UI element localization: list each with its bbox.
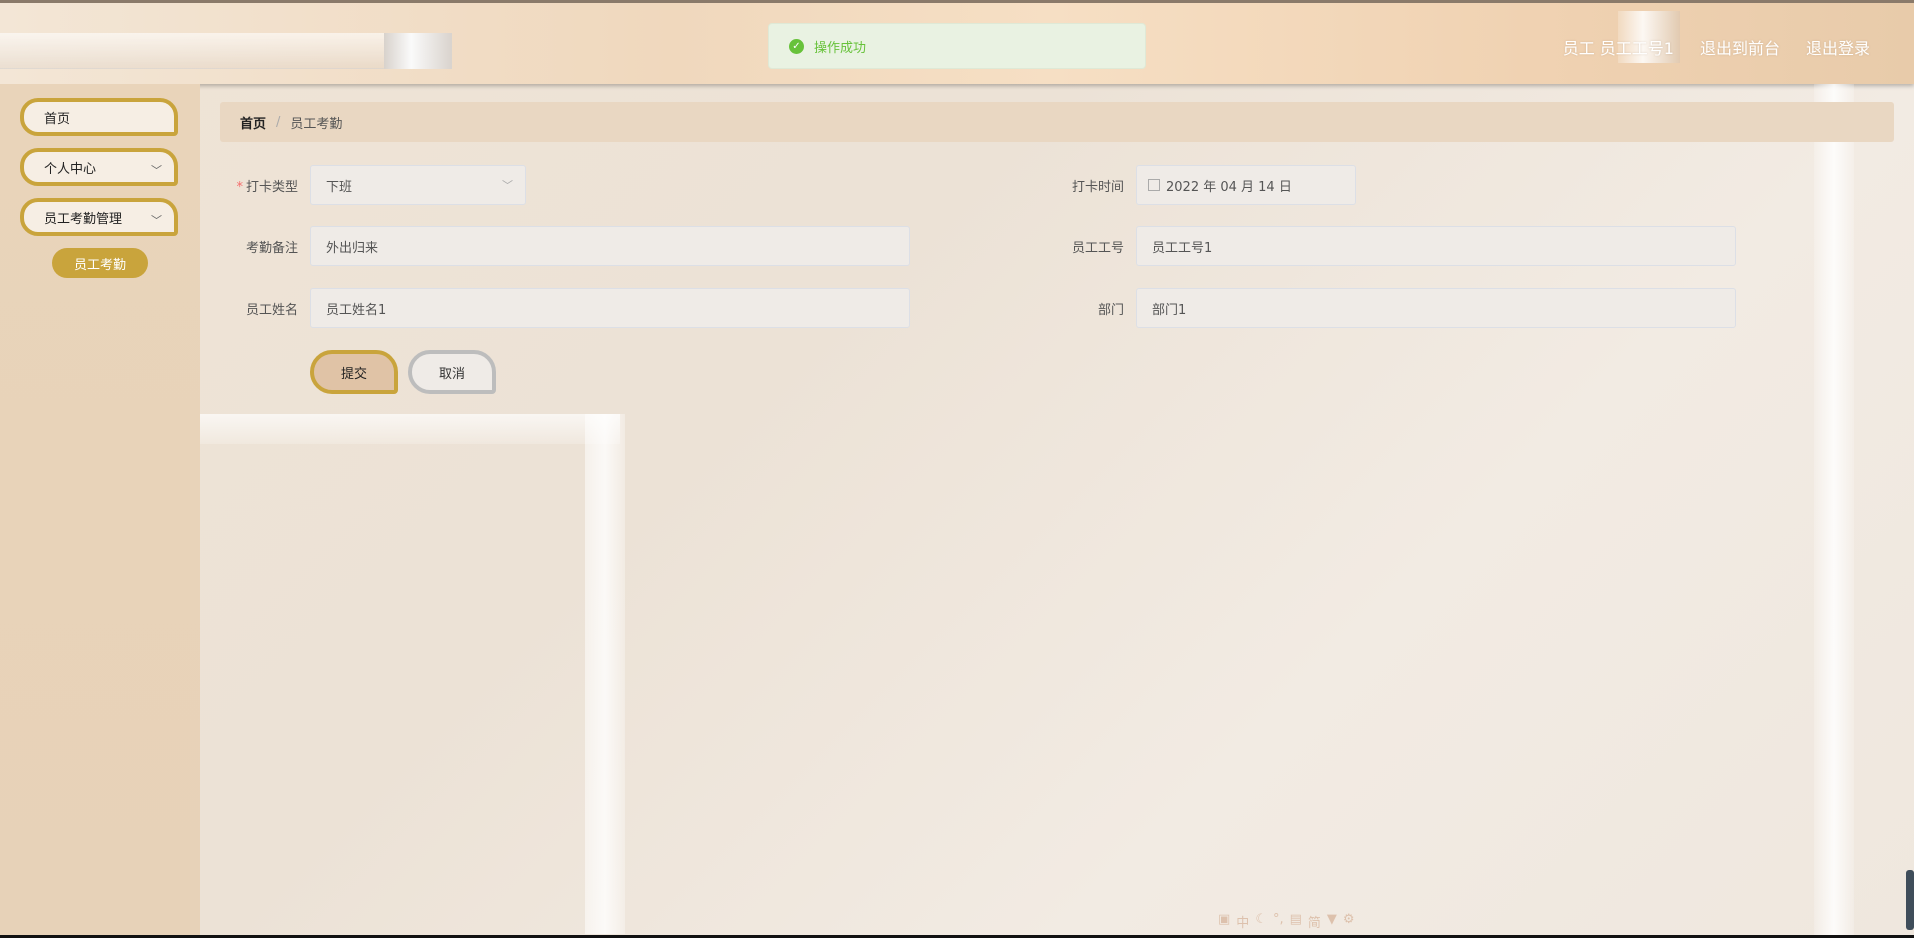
cancel-button[interactable]: 取消 (408, 350, 496, 394)
employee-name-value: 员工姓名1 (326, 302, 387, 318)
sidebar-item-label: 首页 (44, 111, 71, 127)
back-to-front-link[interactable]: 退出到前台 (1700, 35, 1780, 59)
background-column (1814, 84, 1854, 938)
background-frame-vertical (585, 414, 625, 934)
employee-id-value: 员工工号1 (1152, 240, 1213, 256)
employee-id-input[interactable]: 员工工号1 (1136, 226, 1736, 266)
sidebar-item-attendance-management[interactable]: 员工考勤管理 ﹀ (20, 198, 178, 236)
chevron-down-icon: ﹀ (151, 214, 162, 227)
sidebar-item-personal-center[interactable]: 个人中心 ﹀ (20, 148, 178, 186)
employee-name-label: 员工姓名 (245, 303, 298, 318)
keyboard-icon[interactable]: ▤ (1290, 912, 1302, 931)
punch-type-label: * 打卡类型 (188, 176, 298, 195)
punctuation-icon[interactable]: °, (1273, 912, 1284, 931)
sidebar-item-label: 员工考勤管理 (44, 211, 123, 227)
remark-input[interactable]: 外出归来 (310, 226, 910, 266)
ime-toolbar: ▣ 中 ☾ °, ▤ 简 ▼ ⚙ (1218, 912, 1355, 931)
punch-time-picker[interactable]: 2022 年 04 月 14 日 (1136, 165, 1356, 205)
header-links: 员工 员工工号1 退出到前台 退出登录 (1563, 35, 1870, 59)
background-frame (200, 414, 620, 444)
department-input[interactable]: 部门1 (1136, 288, 1736, 328)
submit-button[interactable]: 提交 (310, 350, 398, 394)
required-mark: * (236, 180, 243, 195)
success-toast: ✓ 操作成功 (768, 23, 1146, 69)
gear-icon[interactable]: ⚙ (1343, 912, 1355, 931)
toast-message: 操作成功 (814, 40, 867, 56)
breadcrumb: 首页 / 员工考勤 (220, 102, 1894, 142)
remark-value: 外出归来 (326, 240, 379, 256)
punch-type-label-text: 打卡类型 (245, 180, 298, 195)
chevron-down-icon: ﹀ (151, 164, 162, 177)
check-circle-icon: ✓ (789, 38, 804, 54)
scrollbar-handle[interactable] (1906, 870, 1914, 930)
breadcrumb-current: 员工考勤 (290, 116, 343, 132)
calendar-icon (1148, 179, 1160, 191)
chevron-down-icon: ﹀ (502, 179, 513, 192)
breadcrumb-separator: / (276, 114, 281, 130)
skin-icon[interactable]: ▼ (1327, 912, 1337, 931)
sidebar: 首页 个人中心 ﹀ 员工考勤管理 ﹀ 员工考勤 (0, 84, 200, 938)
breadcrumb-home[interactable]: 首页 (240, 113, 266, 132)
remark-label: 考勤备注 (245, 241, 298, 256)
main-content: 首页 / 员工考勤 * 打卡类型 下班 ﹀ 打卡时间 2022 年 04 月 14… (200, 84, 1914, 938)
sidebar-subitem-attendance[interactable]: 员工考勤 (52, 248, 148, 278)
sidebar-item-label: 个人中心 (44, 161, 97, 177)
ime-simplified-toggle[interactable]: 简 (1308, 912, 1321, 931)
user-label: 员工 员工工号1 (1562, 39, 1674, 58)
moon-icon[interactable]: ☾ (1255, 912, 1267, 931)
ime-chinese-toggle[interactable]: 中 (1236, 912, 1249, 931)
employee-id-label: 员工工号 (1071, 241, 1124, 256)
department-value: 部门1 (1152, 302, 1187, 318)
employee-name-input[interactable]: 员工姓名1 (310, 288, 910, 328)
sidebar-item-home[interactable]: 首页 (20, 98, 178, 136)
department-label: 部门 (1097, 303, 1124, 318)
punch-type-value: 下班 (326, 179, 353, 195)
punch-type-select[interactable]: 下班 ﹀ (310, 165, 526, 205)
punch-time-value: 2022 年 04 月 14 日 (1166, 179, 1292, 195)
header-glass-chip (384, 33, 452, 69)
ime-logo-icon[interactable]: ▣ (1218, 912, 1230, 931)
punch-time-label: 打卡时间 (1071, 180, 1124, 195)
logout-link[interactable]: 退出登录 (1806, 35, 1870, 59)
